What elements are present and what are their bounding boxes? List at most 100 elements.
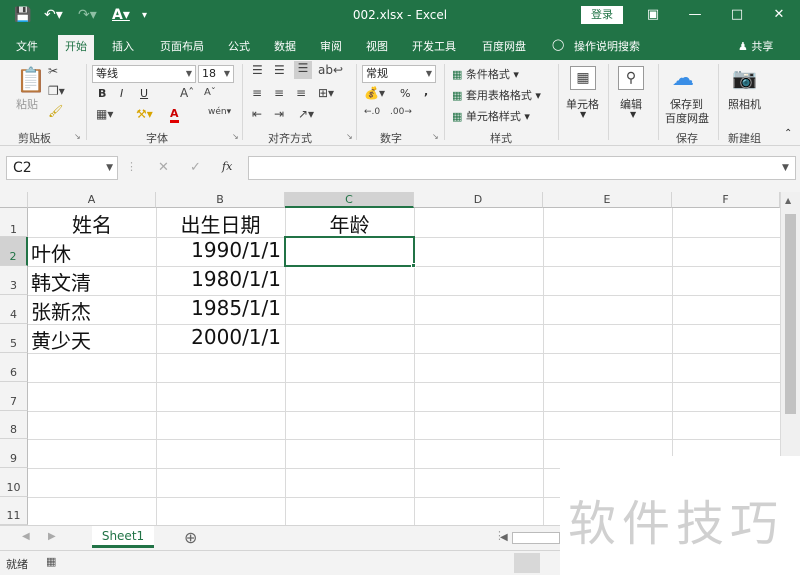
- selected-cell-c2[interactable]: [284, 236, 415, 267]
- tab-file[interactable]: 文件: [16, 38, 38, 54]
- align-center-icon[interactable]: ≡: [274, 86, 284, 100]
- paste-icon[interactable]: 📋: [16, 66, 46, 94]
- row-header-11[interactable]: 11: [0, 497, 28, 525]
- align-middle-icon[interactable]: ☰: [274, 63, 285, 77]
- tab-page-layout[interactable]: 页面布局: [160, 38, 204, 54]
- scrollbar-thumb[interactable]: [785, 214, 796, 414]
- font-color-button[interactable]: A: [170, 107, 179, 123]
- cell-a3[interactable]: 韩文清: [31, 267, 91, 296]
- row-header-2[interactable]: 2: [0, 237, 28, 266]
- scroll-up-icon[interactable]: ▲: [785, 196, 791, 205]
- search-icon[interactable]: ⚲: [618, 66, 644, 90]
- login-button[interactable]: 登录: [581, 6, 623, 24]
- clipboard-launcher-icon[interactable]: ↘: [74, 132, 81, 141]
- save-icon[interactable]: 💾: [14, 7, 31, 23]
- tab-view[interactable]: 视图: [366, 38, 388, 54]
- tab-data[interactable]: 数据: [274, 38, 296, 54]
- percent-button[interactable]: %: [400, 87, 410, 100]
- wrap-text-icon[interactable]: ab↩: [318, 63, 343, 77]
- row-header-1[interactable]: 1: [0, 208, 28, 237]
- column-header-c[interactable]: C: [285, 192, 414, 208]
- formula-input[interactable]: [248, 156, 796, 180]
- paste-button[interactable]: 粘贴: [16, 96, 38, 112]
- normal-view-icon[interactable]: [514, 553, 540, 573]
- row-header-6[interactable]: 6: [0, 353, 28, 382]
- row-header-4[interactable]: 4: [0, 295, 28, 324]
- cut-icon[interactable]: ✂: [48, 64, 58, 78]
- scroll-left-icon[interactable]: ◀: [500, 532, 508, 543]
- insert-function-button[interactable]: fx: [222, 160, 232, 173]
- table-format-button[interactable]: ▦ 套用表格格式 ▾: [452, 87, 541, 103]
- underline-button[interactable]: U: [140, 87, 148, 100]
- column-header-d[interactable]: D: [414, 192, 543, 208]
- column-header-a[interactable]: A: [28, 192, 156, 208]
- cell-a5[interactable]: 黄少天: [31, 325, 91, 354]
- align-top-icon[interactable]: ☰: [252, 63, 263, 77]
- share-button[interactable]: ♟ 共享: [738, 38, 773, 54]
- camera-button[interactable]: 照相机: [728, 96, 761, 112]
- font-color-quick-icon[interactable]: A▾: [112, 7, 130, 23]
- undo-icon[interactable]: ↶▾: [44, 7, 63, 23]
- phonetic-icon[interactable]: wén▾: [208, 107, 231, 117]
- fill-handle[interactable]: [411, 263, 416, 268]
- border-icon[interactable]: ▦▾: [96, 107, 113, 121]
- cell-style-button[interactable]: ▦ 单元格样式 ▾: [452, 108, 530, 124]
- currency-icon[interactable]: 💰▾: [364, 86, 385, 100]
- row-header-5[interactable]: 5: [0, 324, 28, 353]
- cell-a2[interactable]: 叶休: [31, 238, 71, 267]
- collapse-ribbon-icon[interactable]: ⌃: [784, 128, 792, 139]
- column-header-e[interactable]: E: [543, 192, 672, 208]
- tab-formulas[interactable]: 公式: [228, 38, 250, 54]
- select-all-corner[interactable]: [0, 192, 28, 208]
- copy-icon[interactable]: ❐▾: [48, 84, 65, 98]
- tab-developer[interactable]: 开发工具: [412, 38, 456, 54]
- row-header-10[interactable]: 10: [0, 468, 28, 497]
- cell-b1[interactable]: 出生日期: [156, 209, 285, 238]
- confirm-button[interactable]: ✓: [190, 160, 201, 175]
- row-header-7[interactable]: 7: [0, 382, 28, 411]
- number-launcher-icon[interactable]: ↘: [432, 132, 439, 141]
- italic-button[interactable]: I: [120, 87, 123, 100]
- orientation-icon[interactable]: ↗▾: [298, 107, 314, 121]
- conditional-format-button[interactable]: ▦ 条件格式 ▾: [452, 66, 519, 82]
- decrease-font-icon[interactable]: Aˇ: [204, 87, 216, 98]
- cell-b4[interactable]: 1985/1/1: [156, 296, 281, 320]
- merge-center-icon[interactable]: ⊞▾: [318, 86, 334, 100]
- decrease-indent-icon[interactable]: ⇤: [252, 107, 262, 121]
- baidu-cloud-icon[interactable]: ☁: [672, 66, 694, 91]
- increase-indent-icon[interactable]: ⇥: [274, 107, 284, 121]
- prev-sheet-icon[interactable]: ◀: [22, 531, 30, 542]
- align-left-icon[interactable]: ≡: [252, 86, 262, 100]
- maximize-icon[interactable]: □: [722, 4, 752, 26]
- add-sheet-icon[interactable]: ⊕: [184, 528, 197, 547]
- tell-me-search[interactable]: 操作说明搜索: [574, 38, 640, 54]
- tab-review[interactable]: 审阅: [320, 38, 342, 54]
- tab-insert[interactable]: 插入: [112, 38, 134, 54]
- number-format-select[interactable]: 常规 ▼: [362, 65, 436, 83]
- cell-a1[interactable]: 姓名: [28, 209, 156, 238]
- row-header-3[interactable]: 3: [0, 266, 28, 295]
- column-header-f[interactable]: F: [672, 192, 780, 208]
- sheet-tab-sheet1[interactable]: Sheet1: [92, 526, 154, 548]
- decrease-decimal-icon[interactable]: .00→: [390, 107, 412, 117]
- row-header-9[interactable]: 9: [0, 439, 28, 468]
- alignment-launcher-icon[interactable]: ↘: [346, 132, 353, 141]
- cells-icon[interactable]: ▦: [570, 66, 596, 90]
- ribbon-display-icon[interactable]: ▣: [638, 4, 668, 26]
- cell-a4[interactable]: 张新杰: [31, 296, 91, 325]
- camera-icon[interactable]: 📷: [732, 66, 757, 90]
- comma-button[interactable]: ,: [424, 85, 428, 98]
- expand-formula-icon[interactable]: ▼: [782, 163, 789, 173]
- close-icon[interactable]: ✕: [764, 4, 794, 26]
- align-right-icon[interactable]: ≡: [296, 86, 306, 100]
- redo-icon[interactable]: ↷▾: [78, 7, 97, 23]
- cell-c1[interactable]: 年龄: [285, 209, 414, 238]
- fill-color-icon[interactable]: ⚒▾: [136, 107, 153, 121]
- name-box[interactable]: C2 ▼: [6, 156, 118, 180]
- row-header-8[interactable]: 8: [0, 411, 28, 439]
- cell-b2[interactable]: 1990/1/1: [156, 238, 281, 262]
- format-painter-icon[interactable]: 🖌: [48, 104, 63, 118]
- font-name-select[interactable]: 等线 ▼: [92, 65, 196, 83]
- increase-decimal-icon[interactable]: ←.0: [364, 107, 380, 117]
- tab-home[interactable]: 开始: [58, 35, 94, 60]
